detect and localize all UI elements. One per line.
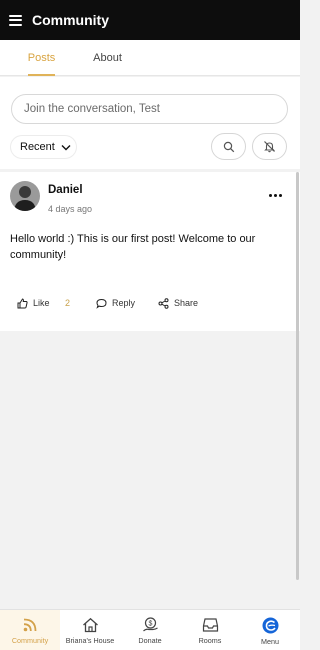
nav-item-menu[interactable]: Menu [240,610,300,650]
reply-button[interactable]: Reply [96,296,135,310]
nav-label-donate: Donate [138,636,162,645]
nav-item-donate[interactable]: $ Donate [120,610,180,650]
rss-icon [23,618,37,632]
share-button[interactable]: Share [158,296,198,310]
nav-label-community: Community [11,636,49,645]
search-button[interactable] [211,133,246,160]
nav-item-rooms[interactable]: Rooms [180,610,240,650]
page-title: Community [32,12,109,28]
tab-posts[interactable]: Posts [14,40,69,76]
post-body: Hello world :) This is our first post! W… [10,233,256,261]
donate-icon: $ [142,617,158,632]
chevron-down-icon [61,144,71,150]
nav-label-brianas-house: Briana's House [65,636,115,645]
brand-logo-icon [262,617,278,634]
sort-dropdown[interactable]: Recent [11,136,76,158]
bottom-navigation: Community Briana's House $ Donate Rooms … [0,609,300,650]
bell-off-icon [264,141,275,153]
post-timestamp: 4 days ago [48,204,93,214]
more-options-icon[interactable] [266,188,284,202]
reply-label: Reply [112,298,136,308]
nav-item-brianas-house[interactable]: Briana's House [60,610,120,650]
thumbs-up-icon [17,297,28,308]
tab-about[interactable]: About [80,40,135,76]
post-author[interactable]: Daniel [48,184,83,196]
inbox-icon [202,618,218,632]
scrollbar[interactable] [296,172,299,580]
post-composer-input[interactable] [11,94,288,124]
tab-bar: Posts About [0,40,300,76]
app-bar: Community [0,0,300,40]
comment-icon [96,298,107,309]
post-card: Daniel 4 days ago Hello world :) This is… [0,172,300,331]
notifications-toggle-button[interactable] [252,133,287,160]
share-label: Share [174,298,199,308]
svg-text:$: $ [148,621,152,628]
nav-label-rooms: Rooms [198,636,222,645]
nav-label-menu: Menu [261,637,279,646]
like-count: 2 [65,298,71,308]
sort-label: Recent [20,141,55,153]
search-icon [223,141,234,152]
like-label: Like [33,298,50,308]
share-icon [158,297,169,309]
filter-area: Recent [0,77,300,169]
home-icon [82,617,98,633]
like-button[interactable]: Like [17,296,50,310]
hamburger-icon[interactable] [9,14,22,26]
nav-item-community[interactable]: Community [0,610,60,650]
avatar[interactable] [10,181,40,211]
post-actions: Like 2 Reply Share [0,296,300,316]
